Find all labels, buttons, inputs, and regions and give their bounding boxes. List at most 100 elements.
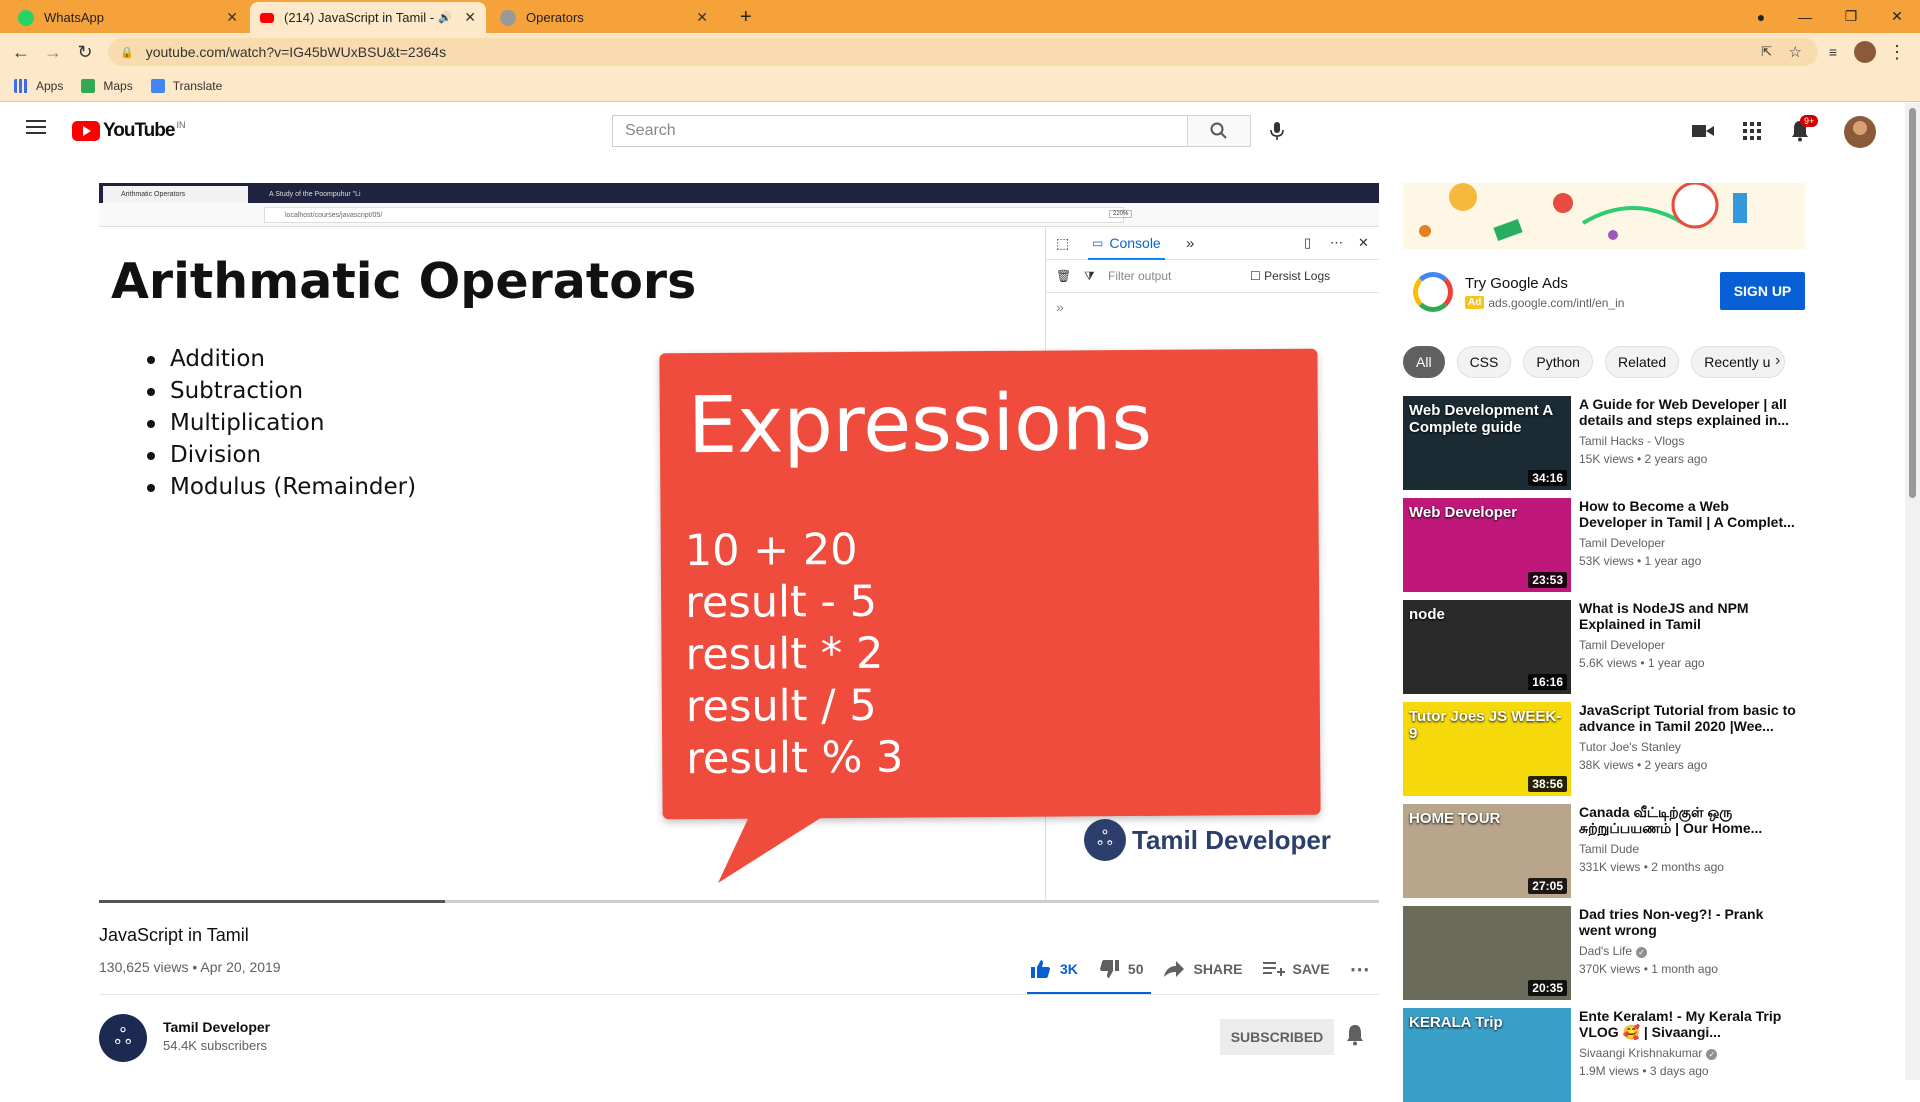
notification-bell-icon[interactable] (1345, 1024, 1365, 1052)
apps-grid-icon[interactable] (1738, 117, 1766, 145)
video-thumbnail[interactable]: Tutor Joes JS WEEK-9 38:56 (1403, 702, 1571, 796)
youtube-logo[interactable]: YouTube IN (72, 120, 185, 142)
recommended-video[interactable]: Web Developer 23:53 How to Become a Web De… (1403, 498, 1805, 592)
like-button[interactable]: 3K (1030, 959, 1078, 979)
close-window-button[interactable]: ✕ (1874, 0, 1920, 33)
video-player[interactable]: Arithmatic Operators A Study of the Poom… (99, 183, 1379, 903)
chip-all[interactable]: All (1403, 346, 1445, 378)
dislike-button[interactable]: 50 (1098, 959, 1144, 979)
recommended-video[interactable]: HOME TOUR 27:05 Canada வீட்டிற்குள் ஒரு சு… (1403, 804, 1805, 898)
video-thumbnail[interactable]: node 16:16 (1403, 600, 1571, 694)
channel-avatar[interactable]: ஃ (99, 1014, 147, 1062)
chevron-right-icon[interactable]: › (1775, 352, 1780, 370)
save-button[interactable]: SAVE (1262, 961, 1330, 977)
maps-icon (81, 78, 96, 93)
video-duration: 23:53 (1528, 572, 1567, 588)
dislike-count: 50 (1127, 961, 1144, 977)
recommended-channel-name[interactable]: Dad's Life ✓ (1579, 944, 1647, 958)
video-thumbnail[interactable]: 20:35 (1403, 906, 1571, 1000)
chip-css[interactable]: CSS (1456, 346, 1512, 378)
bookmark-maps[interactable]: Maps (81, 78, 133, 93)
close-tab-icon[interactable]: ✕ (226, 9, 238, 26)
close-tab-icon[interactable]: ✕ (696, 9, 708, 26)
bookmark-translate[interactable]: Translate (150, 78, 222, 93)
video-progress-fill (99, 900, 445, 903)
search-icon (1210, 122, 1227, 139)
close-tab-icon[interactable]: ✕ (464, 9, 476, 26)
recommended-video-title[interactable]: A Guide for Web Developer | all details … (1579, 396, 1799, 428)
browser-tab-operators[interactable]: Operators ✕ (490, 2, 718, 33)
channel-name[interactable]: Tamil Developer (163, 1019, 270, 1035)
recommended-video-title[interactable]: How to Become a Web Developer in Tamil |… (1579, 498, 1799, 530)
search-input[interactable]: Search (612, 115, 1188, 147)
bookmark-star-icon[interactable]: ☆ (1789, 43, 1802, 61)
voice-search-button[interactable] (1265, 117, 1289, 145)
forward-icon[interactable]: → (40, 39, 66, 65)
watermark-name: Tamil Developer (1132, 824, 1331, 855)
chip-related[interactable]: Related (1604, 346, 1680, 378)
chip-python[interactable]: Python (1523, 346, 1593, 378)
lock-icon[interactable]: 🔒 (120, 46, 134, 59)
recommended-video-meta: 331K views • 2 months ago (1579, 860, 1724, 874)
page-scrollbar[interactable] (1905, 103, 1920, 1080)
video-thumbnail[interactable]: HOME TOUR 27:05 (1403, 804, 1571, 898)
new-tab-button[interactable]: + (730, 2, 766, 33)
create-video-icon[interactable] (1689, 117, 1717, 145)
video-thumbnail[interactable]: KERALA Trip (1403, 1008, 1571, 1102)
video-thumbnail[interactable]: Web Development A Complete guide 34:16 (1403, 396, 1571, 490)
search-button[interactable] (1187, 115, 1251, 147)
bookmark-label: Apps (36, 78, 64, 93)
browser-menu-icon[interactable]: ⋮ (1884, 39, 1910, 65)
restore-button[interactable]: ❐ (1828, 0, 1874, 33)
thumbnail-text: HOME TOUR (1409, 810, 1501, 827)
channel-name-text: Tutor Joe's Stanley (1579, 740, 1681, 754)
apps-grid-icon (14, 78, 28, 93)
minimize-button[interactable]: — (1782, 0, 1828, 33)
more-actions-icon[interactable]: ⋯ (1350, 957, 1370, 982)
recommended-video-title[interactable]: What is NodeJS and NPM Explained in Tami… (1579, 600, 1799, 632)
recommended-video-title[interactable]: Canada வீட்டிற்குள் ஒரு சுற்றுப்பயணம் | … (1579, 804, 1799, 836)
user-avatar[interactable] (1844, 116, 1876, 148)
browser-avatar[interactable] (1852, 39, 1878, 65)
share-page-icon[interactable]: ⇱ (1761, 44, 1772, 60)
browser-tab-whatsapp[interactable]: WhatsApp ✕ (8, 2, 248, 33)
recommended-video[interactable]: 20:35 Dad tries Non-veg?! - Prank went wr… (1403, 906, 1805, 1000)
share-label: SHARE (1193, 961, 1243, 977)
ad-signup-button[interactable]: SIGN UP (1720, 272, 1805, 310)
recommended-channel-name[interactable]: Sivaangi Krishnakumar ✓ (1579, 1046, 1718, 1060)
share-button[interactable]: SHARE (1163, 960, 1243, 978)
media-control-icon[interactable]: ≡ (1820, 39, 1846, 65)
reload-icon[interactable]: ↻ (72, 39, 98, 65)
browser-tab-youtube[interactable]: (214) JavaScript in Tamil - Yo 🔊 ✕ (250, 2, 486, 33)
recommended-video[interactable]: node 16:16 What is NodeJS and NPM Explaine… (1403, 600, 1805, 694)
back-icon[interactable]: ← (8, 39, 34, 65)
recommended-video[interactable]: Web Development A Complete guide 34:16 A G… (1403, 396, 1805, 490)
recommended-video-title[interactable]: Dad tries Non-veg?! - Prank went wrong (1579, 906, 1799, 938)
element-picker-icon: ⬚ (1056, 234, 1070, 251)
recommended-channel-name[interactable]: Tamil Hacks - Vlogs (1579, 434, 1684, 448)
bookmark-apps[interactable]: Apps (14, 78, 64, 93)
video-thumbnail[interactable]: Web Developer 23:53 (1403, 498, 1571, 592)
devtools-menu-icon: ⋯ (1330, 235, 1343, 250)
video-duration: 38:56 (1528, 776, 1567, 792)
recommended-video-title[interactable]: JavaScript Tutorial from basic to advanc… (1579, 702, 1799, 734)
recommended-channel-name[interactable]: Tamil Developer (1579, 536, 1665, 550)
thumbnail-text: Web Development A Complete guide (1409, 402, 1553, 436)
recommended-channel-name[interactable]: Tamil Dude (1579, 842, 1639, 856)
recommended-video[interactable]: KERALA Trip Ente Keralam! - My Kerala Tri… (1403, 1008, 1805, 1102)
recommended-channel-name[interactable]: Tutor Joe's Stanley (1579, 740, 1681, 754)
persist-logs-label: Persist Logs (1264, 269, 1331, 283)
address-bar[interactable]: 🔒 youtube.com/watch?v=IG45bWUxBSU&t=2364… (108, 38, 1818, 66)
ad-banner-image[interactable] (1403, 183, 1805, 249)
video-progress-bar[interactable] (99, 900, 1379, 903)
speaker-icon[interactable]: 🔊 (438, 11, 452, 24)
subscribe-button[interactable]: SUBSCRIBED (1220, 1019, 1334, 1055)
recommended-video[interactable]: Tutor Joes JS WEEK-9 38:56 JavaScript Tuto… (1403, 702, 1805, 796)
scrollbar-thumb[interactable] (1909, 108, 1916, 498)
channel-name-text: Tamil Developer (1579, 638, 1666, 652)
hamburger-menu-icon[interactable] (26, 120, 46, 134)
profile-menu-icon[interactable]: ● (1738, 0, 1784, 33)
recommended-video-title[interactable]: Ente Keralam! - My Kerala Trip VLOG 🥰 | … (1579, 1008, 1799, 1040)
chip-recently-uploaded[interactable]: Recently u (1691, 346, 1786, 378)
recommended-channel-name[interactable]: Tamil Developer (1579, 638, 1665, 652)
